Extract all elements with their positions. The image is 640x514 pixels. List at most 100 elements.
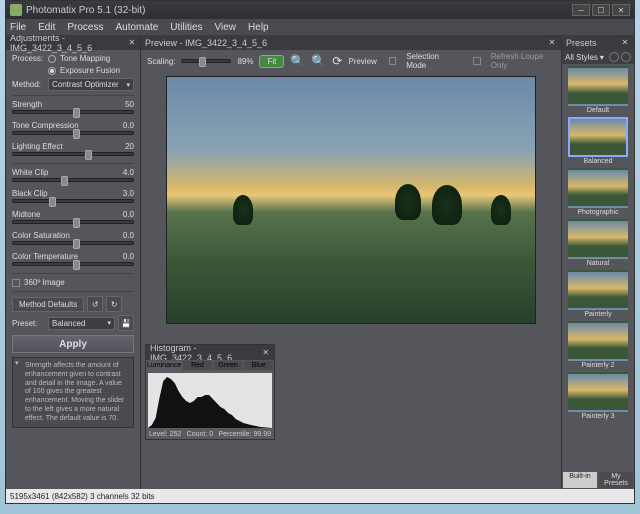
help-collapse-icon[interactable]: ▾ <box>15 360 19 369</box>
slider-2[interactable] <box>12 152 134 156</box>
menu-automate[interactable]: Automate <box>115 22 158 33</box>
preview-toggle-label: Preview <box>348 57 376 66</box>
preview-close-icon[interactable]: ✕ <box>547 38 557 48</box>
menu-process[interactable]: Process <box>67 22 103 33</box>
redo-icon[interactable]: ↻ <box>106 296 122 312</box>
scaling-slider[interactable] <box>181 59 231 63</box>
image360-checkbox[interactable] <box>12 279 20 287</box>
slider-2-label: Lighting Effect <box>12 142 63 151</box>
presets-title: Presets <box>566 38 597 48</box>
slider-4[interactable] <box>12 199 134 203</box>
hist-tab-blue[interactable]: Blue <box>243 360 274 371</box>
chevron-down-icon: ▾ <box>126 81 130 89</box>
slider-7-value: 0.0 <box>123 252 134 261</box>
selection-mode-label: Selection Mode <box>406 52 456 70</box>
help-text: ▾ Strength affects the amount of enhance… <box>12 357 134 428</box>
chevron-down-icon: ▾ <box>600 53 604 62</box>
window-title: Photomatix Pro 5.1 (32-bit) <box>26 5 146 16</box>
histogram-close-icon[interactable]: ✕ <box>262 348 271 358</box>
histogram-window[interactable]: Histogram - IMG_3422_3_4_5_6 ✕ Luminance… <box>145 344 275 440</box>
zoom-in-icon[interactable]: 🔍 <box>311 54 326 68</box>
preset-item-4[interactable]: Painterly <box>564 270 632 318</box>
preview-image[interactable] <box>166 76 536 324</box>
preset-item-3[interactable]: Natural <box>564 219 632 267</box>
slider-1[interactable] <box>12 131 134 135</box>
hist-tab-luminance[interactable]: Luminance <box>146 360 182 371</box>
preset-value: Balanced <box>52 319 85 328</box>
presets-styles-label[interactable]: All Styles <box>565 53 598 62</box>
histogram-plot <box>148 373 272 428</box>
preset-thumb <box>568 270 628 310</box>
slider-3-value: 4.0 <box>123 168 134 177</box>
slider-6-label: Color Saturation <box>12 231 70 240</box>
menu-file[interactable]: File <box>10 22 26 33</box>
slider-1-value: 0.0 <box>123 121 134 130</box>
preset-thumb <box>568 117 628 157</box>
slider-6[interactable] <box>12 241 134 245</box>
close-button[interactable]: ✕ <box>612 4 630 16</box>
zoom-out-icon[interactable]: 🔍 <box>290 54 305 68</box>
status-text: 5195x3461 (842x582) 3 channels 32 bits <box>10 492 155 501</box>
menu-edit[interactable]: Edit <box>38 22 55 33</box>
mypresets-tab[interactable]: My Presets <box>598 471 634 489</box>
presets-header: Presets ✕ <box>562 35 634 50</box>
hist-tab-red[interactable]: Red <box>182 360 213 371</box>
scaling-value: 89% <box>237 57 253 66</box>
slider-0[interactable] <box>12 110 134 114</box>
method-defaults-button[interactable]: Method Defaults <box>12 297 84 312</box>
presets-close-icon[interactable]: ✕ <box>620 38 630 48</box>
menu-help[interactable]: Help <box>248 22 269 33</box>
preview-header: Preview - IMG_3422_3_4_5_6 ✕ <box>141 35 561 50</box>
slider-3[interactable] <box>12 178 134 182</box>
preset-item-2[interactable]: Photographic <box>564 168 632 216</box>
preset-name: Painterly 3 <box>564 413 632 420</box>
minimize-button[interactable]: ─ <box>572 4 590 16</box>
slider-7[interactable] <box>12 262 134 266</box>
tone-mapping-label: Tone Mapping <box>60 54 110 63</box>
slider-4-value: 3.0 <box>123 189 134 198</box>
menubar: File Edit Process Automate Utilities Vie… <box>6 19 634 35</box>
exposure-fusion-label: Exposure Fusion <box>60 66 120 75</box>
gear-icon[interactable] <box>609 52 619 62</box>
undo-icon[interactable]: ↺ <box>87 296 103 312</box>
menu-view[interactable]: View <box>215 22 237 33</box>
slider-1-label: Tone Compression <box>12 121 79 130</box>
slider-3-label: White Clip <box>12 168 48 177</box>
preset-item-0[interactable]: Default <box>564 66 632 114</box>
hist-tab-green[interactable]: Green <box>213 360 244 371</box>
refresh-icon[interactable]: ⟳ <box>332 54 342 68</box>
refresh-loupe-label: Refresh Loupe Only <box>491 52 555 70</box>
view-icon[interactable] <box>621 52 631 62</box>
tone-mapping-radio[interactable] <box>48 55 56 63</box>
refresh-loupe-checkbox[interactable] <box>473 57 480 65</box>
preset-thumb <box>568 219 628 259</box>
titlebar: Photomatix Pro 5.1 (32-bit) ─ ☐ ✕ <box>6 1 634 19</box>
preview-title: Preview - IMG_3422_3_4_5_6 <box>145 38 267 48</box>
preset-item-5[interactable]: Painterly 2 <box>564 321 632 369</box>
preset-select[interactable]: Balanced ▾ <box>48 317 115 330</box>
slider-5[interactable] <box>12 220 134 224</box>
adjustments-close-icon[interactable]: ✕ <box>128 38 136 48</box>
preset-item-6[interactable]: Painterly 3 <box>564 372 632 420</box>
menu-utilities[interactable]: Utilities <box>170 22 202 33</box>
exposure-fusion-radio[interactable] <box>48 67 56 75</box>
preset-thumb <box>568 66 628 106</box>
save-preset-icon[interactable]: 💾 <box>118 315 134 331</box>
maximize-button[interactable]: ☐ <box>592 4 610 16</box>
fit-button[interactable]: Fit <box>259 55 284 68</box>
apply-button[interactable]: Apply <box>12 335 134 353</box>
preset-thumb <box>568 372 628 412</box>
preset-label: Preset: <box>12 319 48 328</box>
scaling-label: Scaling: <box>147 57 175 66</box>
chevron-down-icon: ▾ <box>107 319 111 327</box>
process-label: Process: <box>12 54 48 63</box>
adjustments-header: Adjustments - IMG_3422_3_4_5_6 ✕ <box>6 35 140 50</box>
preset-name: Painterly <box>564 311 632 318</box>
slider-0-value: 50 <box>125 100 134 109</box>
builtin-tab[interactable]: Built-in <box>562 471 598 489</box>
method-value: Contrast Optimizer <box>52 80 119 89</box>
slider-5-value: 0.0 <box>123 210 134 219</box>
selection-mode-checkbox[interactable] <box>389 57 396 65</box>
method-select[interactable]: Contrast Optimizer ▾ <box>48 78 134 91</box>
preset-item-1[interactable]: Balanced <box>564 117 632 165</box>
